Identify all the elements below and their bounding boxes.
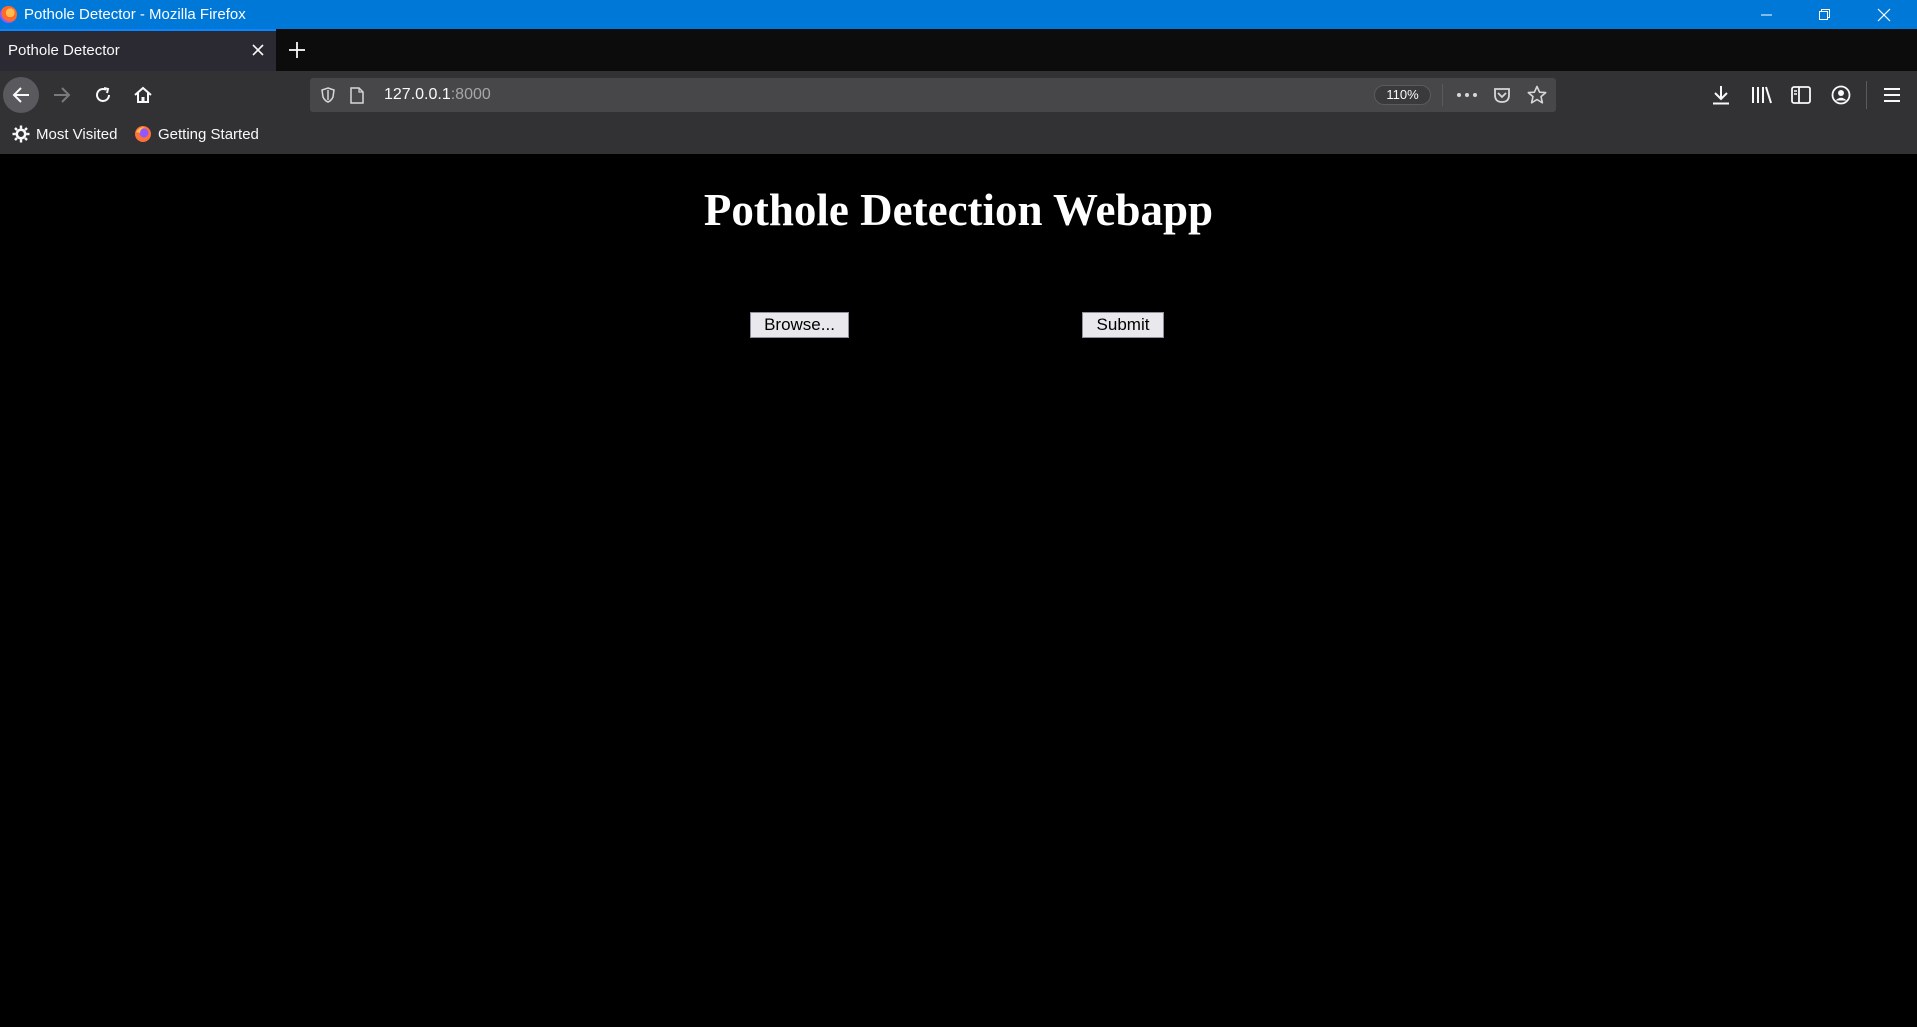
- plus-icon: [289, 42, 305, 58]
- firefox-icon: [135, 126, 151, 142]
- close-icon: [1877, 8, 1891, 21]
- account-button[interactable]: [1829, 83, 1853, 107]
- bookmarks-toolbar: Most Visited Getting Started: [0, 118, 1917, 154]
- bookmark-most-visited[interactable]: Most Visited: [12, 125, 117, 143]
- close-window-button[interactable]: [1855, 0, 1913, 29]
- reload-button[interactable]: [85, 77, 121, 113]
- zoom-level-button[interactable]: 110%: [1374, 85, 1431, 105]
- page-content: Pothole Detection Webapp Browse... Submi…: [0, 154, 1917, 1027]
- browse-file-button[interactable]: Browse...: [750, 312, 849, 338]
- bookmark-label: Most Visited: [36, 125, 118, 143]
- library-icon: [1752, 86, 1772, 104]
- url-port: :8000: [450, 86, 491, 103]
- bookmark-star-button[interactable]: [1526, 84, 1548, 106]
- forward-button[interactable]: [44, 77, 80, 113]
- forward-arrow-icon: [54, 87, 71, 103]
- library-button[interactable]: [1749, 83, 1773, 107]
- page-heading: Pothole Detection Webapp: [703, 185, 1214, 235]
- url-host: 127.0.0.1: [384, 86, 451, 103]
- home-button[interactable]: [125, 77, 161, 113]
- pocket-button[interactable]: [1491, 85, 1513, 105]
- hamburger-menu-icon: [1884, 88, 1900, 102]
- menu-button[interactable]: [1880, 83, 1904, 107]
- tab-title: Pothole Detector: [8, 42, 120, 59]
- restore-icon: [1819, 8, 1830, 20]
- back-button[interactable]: [3, 77, 39, 113]
- tab-close-button[interactable]: [250, 42, 266, 63]
- account-icon: [1831, 85, 1851, 105]
- reload-icon: [96, 87, 110, 102]
- minimize-button[interactable]: [1738, 0, 1796, 29]
- window-titlebar: Pothole Detector - Mozilla Firefox: [0, 0, 1917, 29]
- submit-button[interactable]: Submit: [1082, 312, 1164, 338]
- back-arrow-icon: [12, 87, 29, 103]
- pocket-icon: [1494, 87, 1510, 103]
- tab-bar: Pothole Detector: [0, 29, 1917, 71]
- separator: [1442, 84, 1443, 106]
- firefox-logo-icon: [0, 6, 17, 23]
- downloads-button[interactable]: [1709, 83, 1733, 107]
- download-icon: [1713, 86, 1729, 105]
- bookmark-label: Getting Started: [158, 125, 259, 143]
- page-info-icon[interactable]: [348, 86, 366, 104]
- sidebar-button[interactable]: [1789, 83, 1813, 107]
- more-dots-icon: [1457, 93, 1477, 97]
- separator: [1866, 81, 1867, 109]
- home-icon: [134, 86, 152, 103]
- bookmark-getting-started[interactable]: Getting Started: [134, 125, 259, 143]
- gear-icon: [12, 125, 30, 143]
- new-tab-button[interactable]: [285, 38, 309, 62]
- window-title: Pothole Detector - Mozilla Firefox: [24, 6, 246, 23]
- minimize-icon: [1761, 14, 1772, 15]
- restore-button[interactable]: [1796, 0, 1854, 29]
- url-bar[interactable]: 127.0.0.1:8000 110%: [310, 78, 1556, 112]
- sidebar-icon: [1791, 86, 1811, 104]
- page-actions-more-button[interactable]: [1455, 85, 1479, 105]
- navigation-toolbar: 127.0.0.1:8000 110%: [0, 71, 1917, 118]
- tab-pothole-detector[interactable]: Pothole Detector: [0, 29, 276, 71]
- tracking-protection-shield-icon[interactable]: [319, 86, 337, 104]
- star-icon: [1527, 85, 1547, 104]
- url-text[interactable]: 127.0.0.1:8000: [384, 86, 491, 104]
- close-icon: [252, 44, 264, 56]
